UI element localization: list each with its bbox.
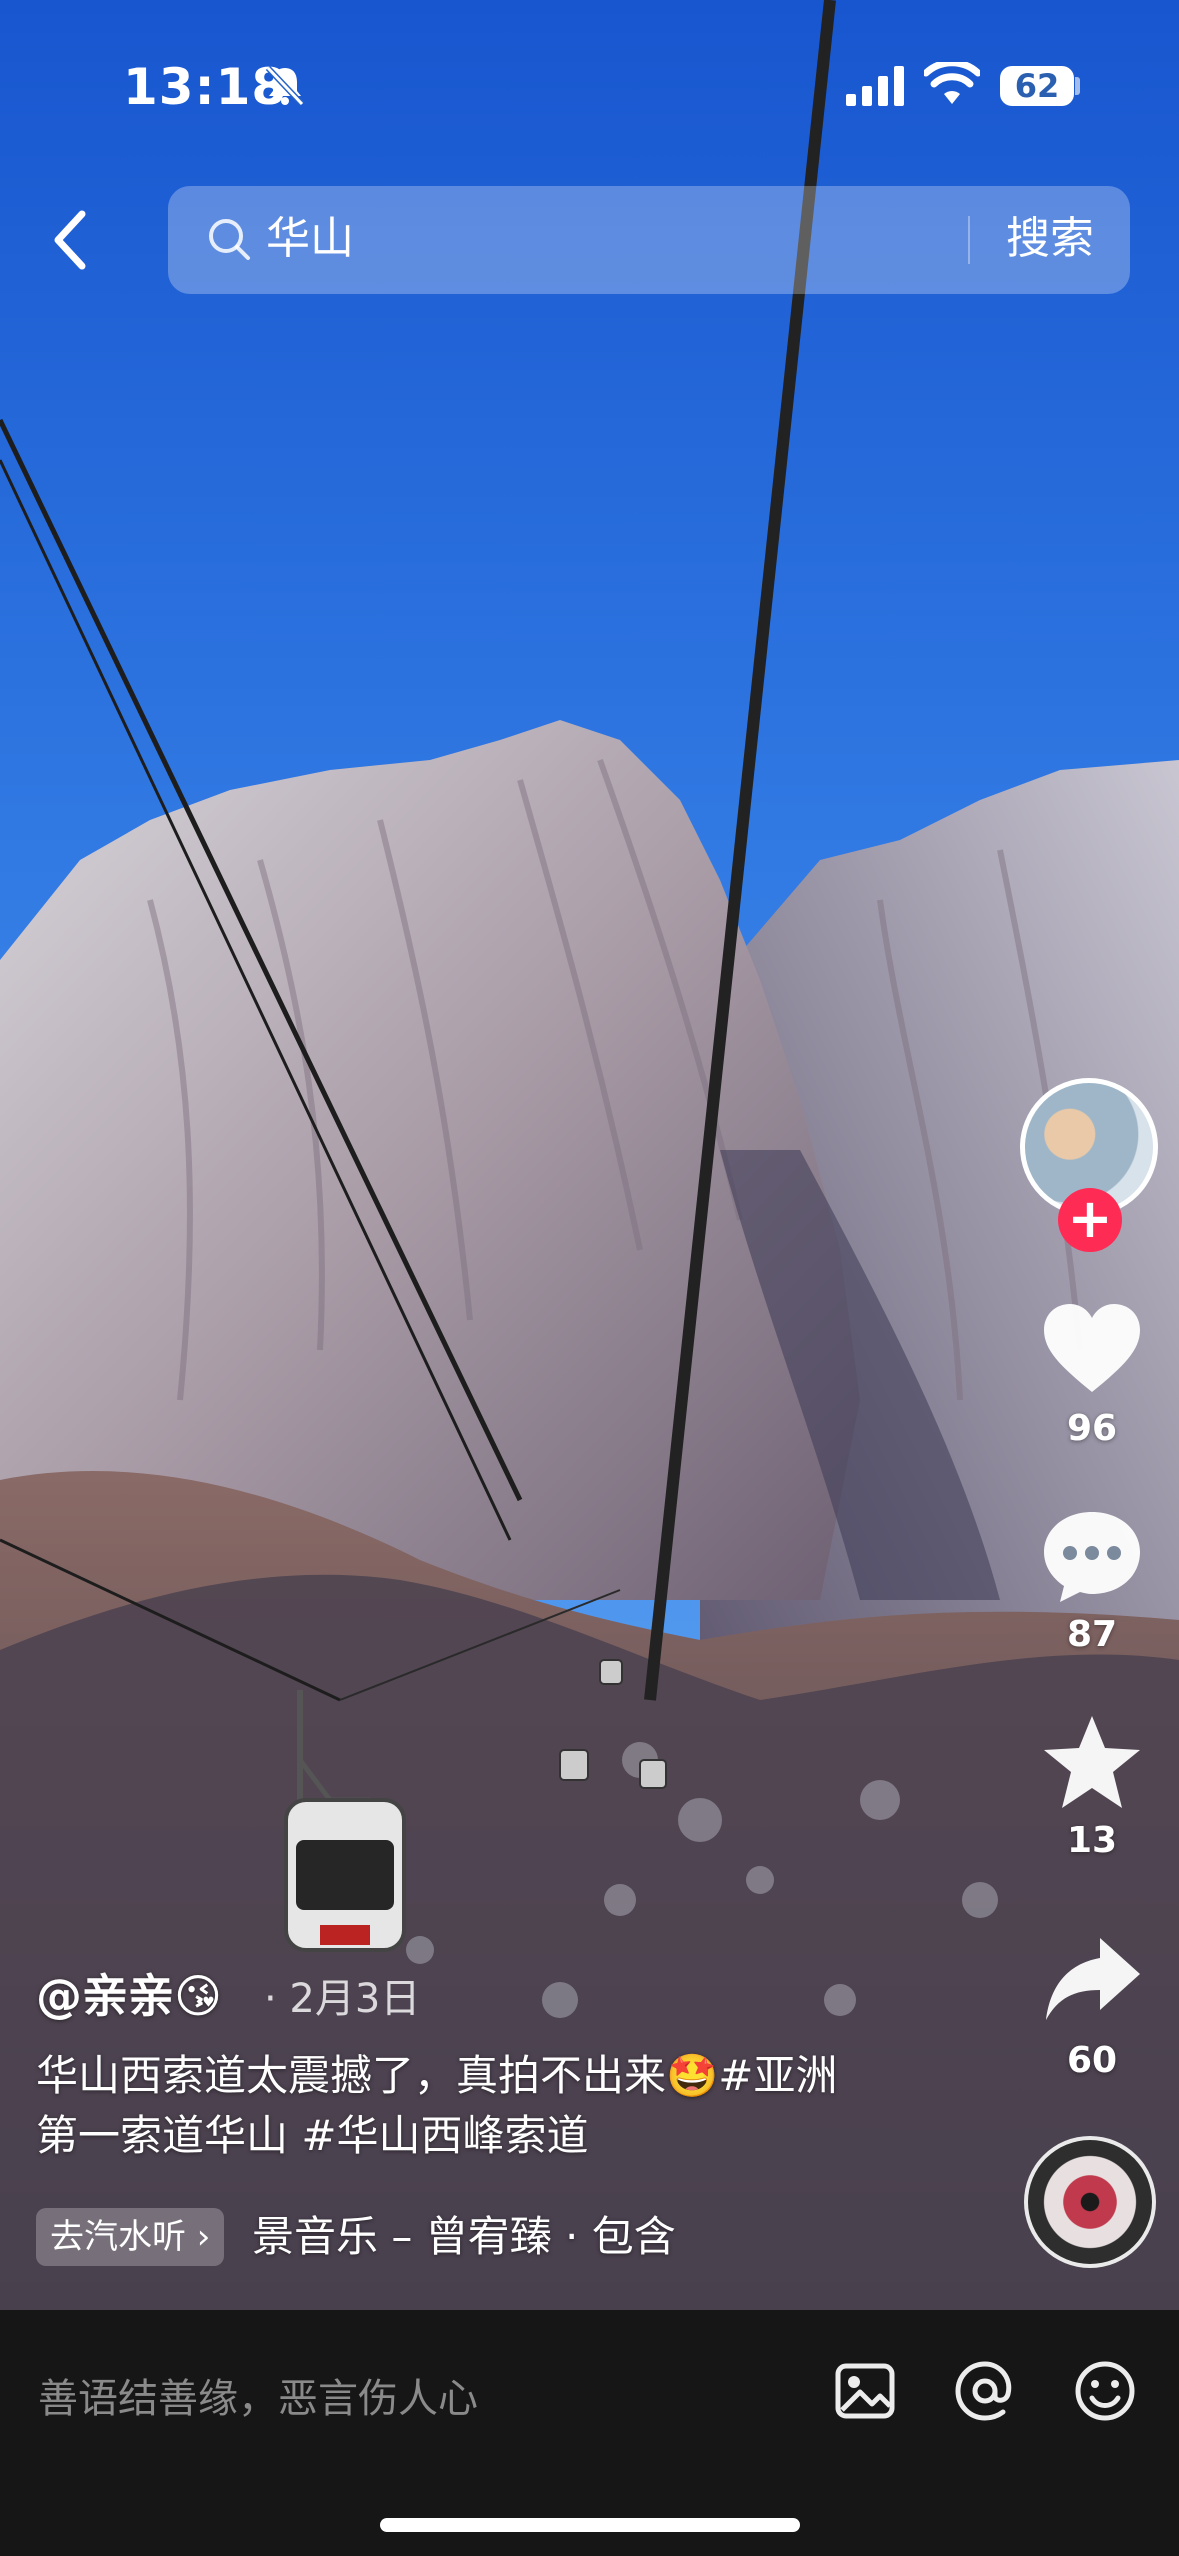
music-title[interactable]: 景音乐 – 曾宥臻 · 包含 (252, 2208, 676, 2266)
chat-bubble-icon[interactable] (1040, 1506, 1144, 1606)
at-icon[interactable] (950, 2356, 1020, 2426)
search-bar[interactable]: 华山 搜索 (168, 186, 1130, 294)
caption-line-2: 第一索道华山 #华山西峰索道 (36, 2111, 589, 2160)
author-name[interactable]: @亲亲😘 (36, 1960, 222, 2026)
follow-button[interactable]: + (1058, 1188, 1122, 1252)
chevron-left-icon[interactable] (40, 200, 100, 280)
post-date: · 2月3日 (264, 1976, 421, 2022)
battery-cap (1075, 77, 1080, 95)
share-arrow-icon[interactable] (1040, 1930, 1144, 2030)
comment-input[interactable]: 善语结善缘，恶言伤人心 (38, 2366, 478, 2424)
star-icon[interactable] (1040, 1712, 1144, 1812)
like-count: 96 (1066, 1408, 1118, 1449)
emoji-icon[interactable] (1070, 2356, 1140, 2426)
music-app-badge[interactable]: 去汽水听 › (36, 2208, 225, 2266)
cellular-signal-icon (846, 66, 904, 106)
comment-bar: 善语结善缘，恶言伤人心 (0, 2310, 1179, 2556)
search-button[interactable]: 搜索 (1006, 210, 1094, 268)
heart-icon[interactable] (1040, 1300, 1144, 1400)
comment-count: 87 (1066, 1614, 1118, 1655)
search-input[interactable]: 华山 (266, 210, 354, 268)
search-divider (968, 216, 970, 264)
image-icon[interactable] (830, 2356, 900, 2426)
home-indicator (380, 2518, 800, 2532)
wifi-icon (924, 62, 980, 104)
favorite-count: 13 (1066, 1820, 1118, 1861)
search-icon (209, 219, 250, 260)
share-count: 60 (1066, 2040, 1118, 2081)
battery-indicator: 62 (1000, 66, 1074, 106)
bell-muted-icon (265, 65, 305, 107)
post-caption: 华山西索道太震撼了，真拍不出来🤩#亚洲 第一索道华山 #华山西峰索道 (36, 2046, 916, 2166)
caption-line-1: 华山西索道太震撼了，真拍不出来🤩#亚洲 (36, 2051, 838, 2100)
music-disc[interactable] (1024, 2136, 1156, 2268)
